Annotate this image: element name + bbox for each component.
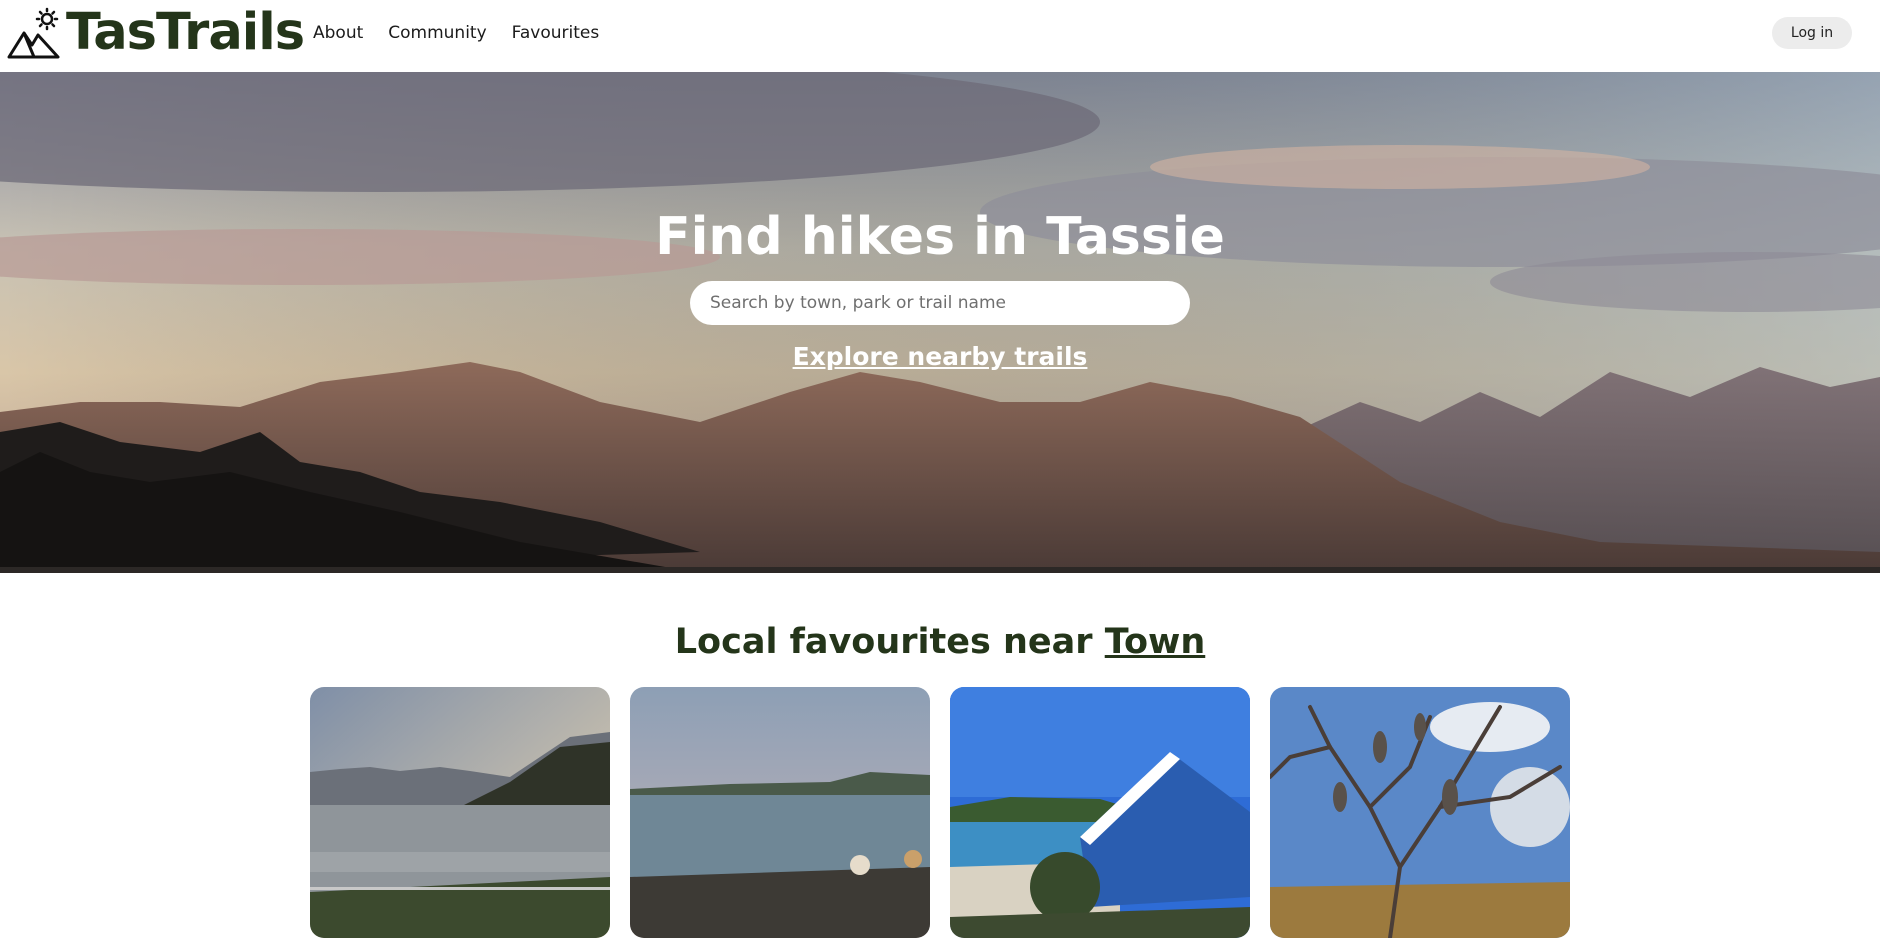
nav-about[interactable]: About xyxy=(313,21,363,45)
hero-title: Find hikes in Tassie xyxy=(655,207,1225,267)
brand-logo-text[interactable]: TasTrails xyxy=(66,2,305,64)
trail-card-boatshed[interactable] xyxy=(950,687,1250,938)
hero-banner: Find hikes in Tassie Explore nearby trai… xyxy=(0,72,1880,573)
explore-link-wrap: Explore nearby trails xyxy=(0,342,1880,371)
explore-nearby-trails-link[interactable]: Explore nearby trails xyxy=(793,342,1088,371)
main-nav: About Community Favourites xyxy=(313,21,599,45)
mountain-sun-icon[interactable] xyxy=(7,7,61,59)
trail-card-image xyxy=(310,687,610,938)
favourites-cards xyxy=(310,687,1570,938)
town-link[interactable]: Town xyxy=(1105,622,1206,662)
favourites-heading: Local favourites near Town xyxy=(0,617,1880,667)
trail-card-banksia[interactable] xyxy=(1270,687,1570,938)
trail-search-input[interactable] xyxy=(690,281,1190,325)
nav-favourites[interactable]: Favourites xyxy=(512,21,600,45)
trail-card-image xyxy=(630,687,930,938)
trail-card-beach[interactable] xyxy=(630,687,930,938)
trail-card-lake[interactable] xyxy=(310,687,610,938)
trail-card-image xyxy=(950,687,1250,938)
nav-community[interactable]: Community xyxy=(388,21,486,45)
site-header: TasTrails About Community Favourites Log… xyxy=(0,0,1880,72)
favourites-heading-prefix: Local favourites near xyxy=(674,622,1105,662)
trail-card-image xyxy=(1270,687,1570,938)
login-button[interactable]: Log in xyxy=(1772,17,1852,49)
